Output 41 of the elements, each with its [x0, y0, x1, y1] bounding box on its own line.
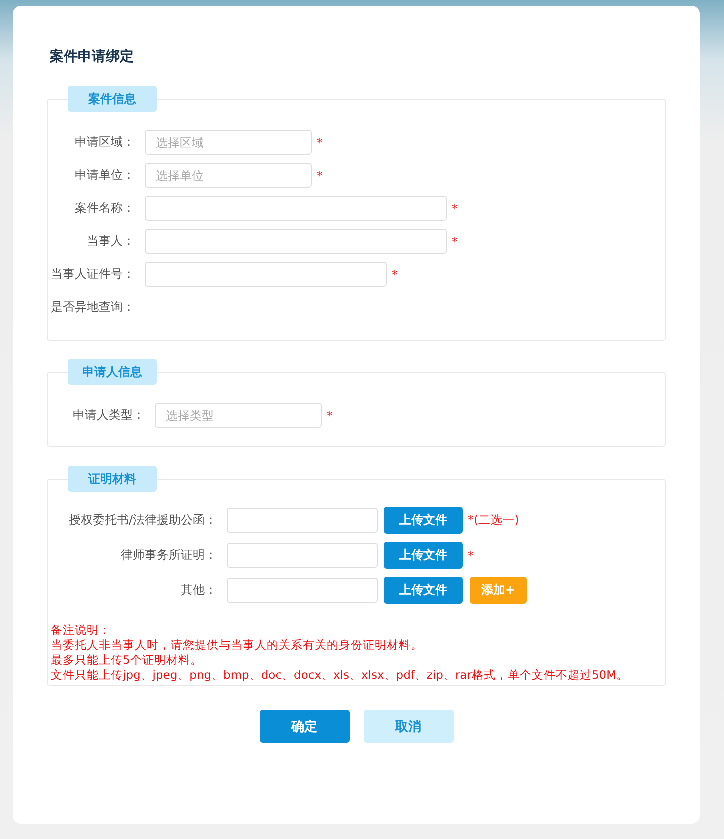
required-mark: *	[392, 268, 398, 282]
select-field[interactable]: 选择单位	[145, 163, 312, 188]
required-mark: *	[468, 548, 474, 562]
upload-button[interactable]: 上传文件	[384, 542, 463, 569]
field-label: 其他：	[180, 582, 218, 599]
upload-button[interactable]: 上传文件	[384, 507, 463, 534]
input-field[interactable]	[145, 262, 387, 287]
required-mark: *(二选一)	[468, 512, 520, 529]
file-field[interactable]	[227, 508, 378, 533]
field-label: 申请人类型：	[72, 407, 146, 424]
select-field[interactable]: 选择类型	[155, 403, 322, 428]
field-label: 案件名称：	[74, 200, 136, 217]
field-label: 申请区域：	[74, 134, 136, 151]
field-label: 律师事务所证明：	[120, 547, 218, 564]
section-legend: 申请人信息	[68, 359, 157, 385]
input-field[interactable]	[145, 196, 447, 221]
field-label: 授权委托书/法律援助公函：	[68, 512, 218, 529]
required-mark: *	[327, 408, 333, 422]
required-mark: *	[317, 136, 323, 150]
note-text: 文件只能上传jpg、jpeg、png、bmp、doc、docx、xls、xlsx、pdf、zip、rar格式，单个文件不超过50M。	[51, 668, 630, 683]
required-mark: *	[452, 202, 458, 216]
field-label: 申请单位：	[74, 167, 136, 184]
note-text: 当委托人非当事人时，请您提供与当事人的关系有关的身份证明材料。	[51, 638, 424, 653]
required-mark: *	[317, 168, 323, 182]
file-field[interactable]	[227, 578, 378, 603]
section-legend: 证明材料	[68, 466, 157, 492]
add-button[interactable]: 添加+	[470, 577, 527, 604]
field-label: 是否异地查询：	[50, 299, 136, 316]
input-field[interactable]	[145, 229, 447, 254]
select-field[interactable]: 选择区域	[145, 130, 312, 155]
cancel-button[interactable]: 取消	[364, 710, 454, 743]
file-field[interactable]	[227, 543, 378, 568]
note-text: 备注说明：	[51, 623, 112, 638]
upload-button[interactable]: 上传文件	[384, 577, 463, 604]
section-legend: 案件信息	[68, 86, 157, 112]
note-text: 最多只能上传5个证明材料。	[51, 653, 204, 668]
dialog-title: 案件申请绑定	[50, 48, 135, 66]
field-label: 当事人证件号：	[50, 266, 136, 283]
field-label: 当事人：	[86, 233, 136, 250]
confirm-button[interactable]: 确定	[260, 710, 350, 743]
required-mark: *	[452, 234, 458, 248]
